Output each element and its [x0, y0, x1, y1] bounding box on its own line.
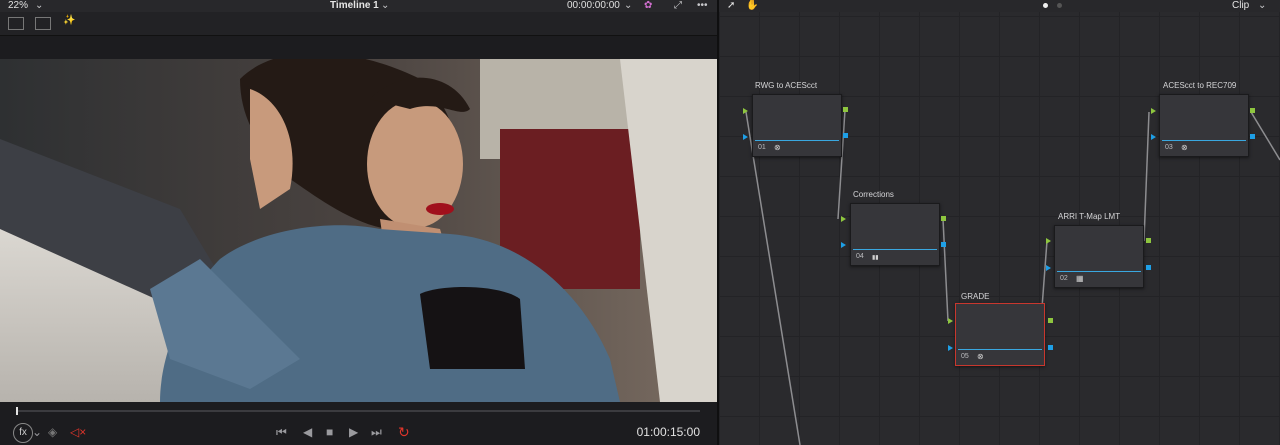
viewer-toolbar: ✨ [0, 12, 717, 36]
loop-button[interactable]: ↻ [398, 424, 410, 440]
playhead[interactable] [16, 407, 18, 415]
single-viewer-icon[interactable] [8, 17, 24, 30]
chevron-down-icon[interactable]: ⌄ [381, 0, 389, 11]
curves-icon: ▮▮ [872, 255, 879, 261]
rgb-output-port[interactable] [1146, 238, 1151, 243]
current-timecode: 01:00:15:00 [636, 425, 700, 439]
stop-button[interactable]: ■ [326, 424, 333, 440]
alpha-input-port[interactable] [743, 134, 748, 140]
lut-icon: ⊗ [977, 352, 984, 361]
chevron-down-icon[interactable]: ⌄ [32, 424, 42, 440]
chevron-down-icon[interactable]: ⌄ [35, 0, 43, 11]
chevron-down-icon[interactable]: ⌄ [624, 0, 632, 11]
node-editor[interactable]: ➚ ✋ Clip ⌄ RWG to ACEScct 01 ⊗ Correctio… [719, 0, 1280, 445]
node-connections [745, 109, 1280, 445]
node-label: ACEScct to REC709 [1163, 81, 1237, 90]
previous-frame-button[interactable]: ◀ [303, 424, 312, 440]
node-01[interactable]: 01 ⊗ [752, 94, 842, 157]
grid-icon: ▦ [1076, 274, 1084, 283]
timecode-display[interactable]: 00:00:00:00 [567, 0, 620, 11]
go-to-last-button[interactable]: ⏭ [371, 424, 382, 440]
node-number: 04 [856, 253, 864, 260]
rgb-output-port[interactable] [941, 216, 946, 221]
node-bar [853, 249, 937, 250]
alpha-output-port[interactable] [1146, 265, 1151, 270]
node-number: 01 [758, 144, 766, 151]
scrubber-track[interactable] [16, 410, 700, 412]
node-number: 05 [961, 353, 969, 360]
alpha-output-port[interactable] [941, 242, 946, 247]
color-wheel-icon[interactable]: ✿ [644, 0, 652, 11]
lut-icon: ⊗ [774, 143, 781, 152]
alpha-input-port[interactable] [1151, 134, 1156, 140]
node-04[interactable]: 04 ▮▮ [850, 203, 940, 266]
rgb-input-port[interactable] [1151, 108, 1156, 114]
alpha-output-port[interactable] [1250, 134, 1255, 139]
viewer-header: 22% ⌄ Timeline 1 ⌄ 00:00:00:00 ⌄ ✿ ⤢ ••• [0, 0, 717, 12]
node-03[interactable]: 03 ⊗ [1159, 94, 1249, 157]
alpha-output-port[interactable] [1048, 345, 1053, 350]
node-label: Corrections [853, 190, 894, 199]
magic-wand-icon[interactable]: ✨ [63, 15, 75, 26]
fx-icon[interactable]: fx [13, 423, 33, 443]
node-05[interactable]: 05 ⊗ [955, 303, 1045, 366]
alpha-output-port[interactable] [843, 133, 848, 138]
bypass-icon[interactable]: ◁× [70, 424, 86, 440]
node-bar [755, 140, 839, 141]
rgb-output-port[interactable] [843, 107, 848, 112]
node-02[interactable]: 02 ▦ [1054, 225, 1144, 288]
zoom-dropdown[interactable]: 22% [8, 0, 28, 11]
rgb-input-port[interactable] [948, 318, 953, 324]
play-button[interactable]: ▶ [349, 424, 358, 440]
node-bar [958, 349, 1042, 350]
node-label: ARRI T-Map LMT [1058, 212, 1121, 221]
split-viewer-icon[interactable] [35, 17, 51, 30]
alpha-input-port[interactable] [948, 345, 953, 351]
node-number: 03 [1165, 144, 1173, 151]
lut-icon: ⊗ [1181, 143, 1188, 152]
alpha-input-port[interactable] [1046, 265, 1051, 271]
rgb-input-port[interactable] [743, 108, 748, 114]
rgb-input-port[interactable] [841, 216, 846, 222]
more-options-icon[interactable]: ••• [697, 0, 708, 11]
rgb-output-port[interactable] [1048, 318, 1053, 323]
node-label: GRADE [961, 292, 990, 301]
video-frame [0, 59, 717, 402]
rgb-output-port[interactable] [1250, 108, 1255, 113]
node-label: RWG to ACEScct [755, 81, 818, 90]
layers-icon[interactable]: ◈ [48, 424, 57, 440]
rgb-input-port[interactable] [1046, 238, 1051, 244]
node-bar [1162, 140, 1246, 141]
viewer-panel: 22% ⌄ Timeline 1 ⌄ 00:00:00:00 ⌄ ✿ ⤢ •••… [0, 0, 717, 445]
alpha-input-port[interactable] [841, 242, 846, 248]
go-to-first-button[interactable]: ⏮ [276, 424, 287, 440]
node-bar [1057, 271, 1141, 272]
timeline-title[interactable]: Timeline 1 [330, 0, 379, 11]
fullscreen-icon[interactable]: ⤢ [674, 0, 682, 11]
node-number: 02 [1060, 275, 1068, 282]
